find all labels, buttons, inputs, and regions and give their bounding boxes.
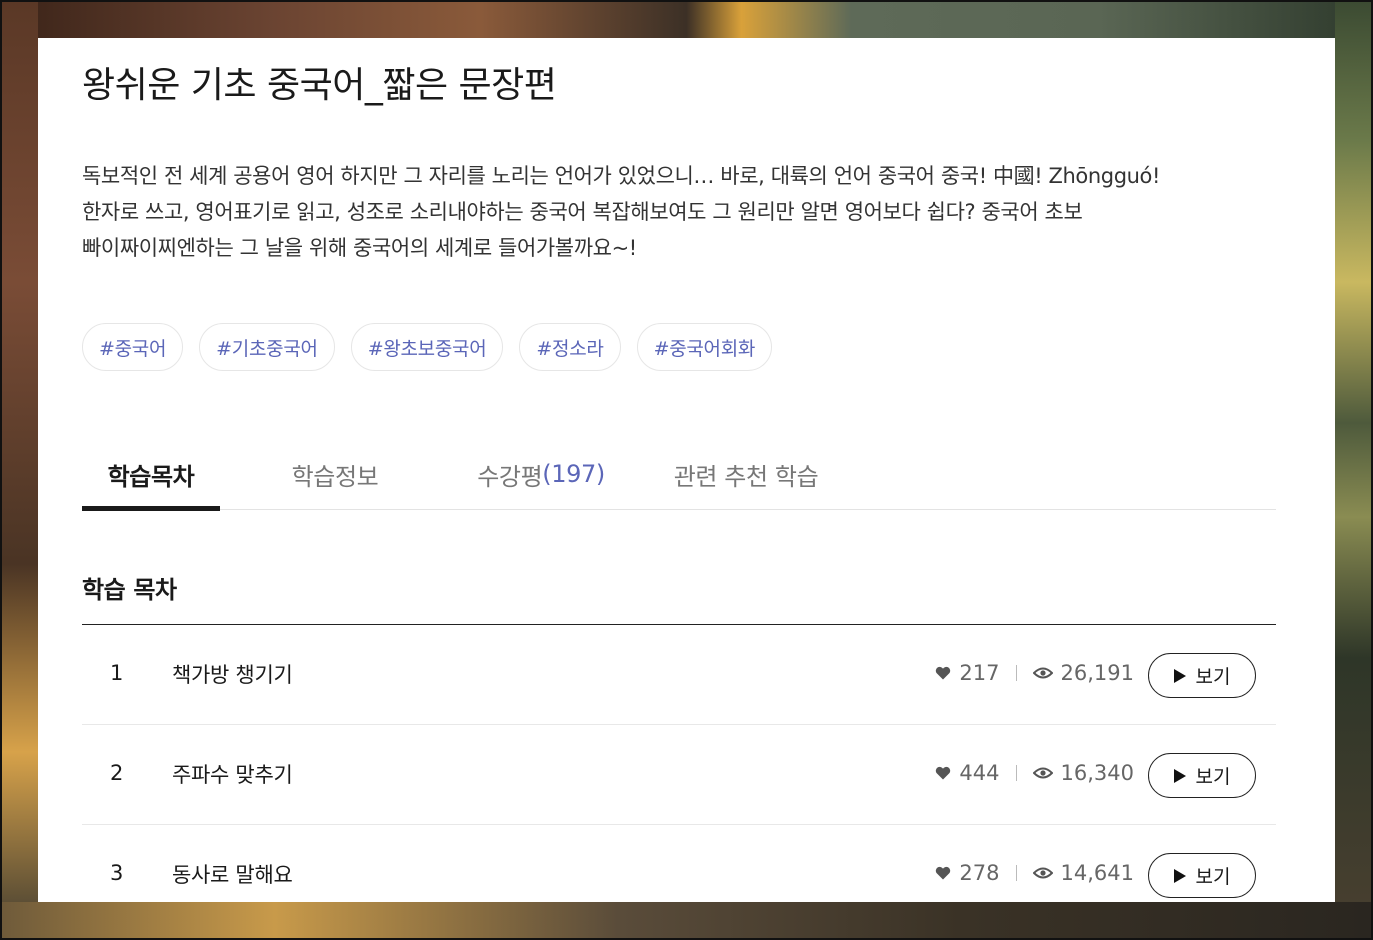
heart-icon: [936, 666, 951, 680]
play-icon: [1173, 668, 1186, 683]
play-icon: [1173, 868, 1186, 883]
background-right: [1335, 0, 1373, 940]
view-button[interactable]: 보기: [1148, 653, 1256, 698]
tab-reviews-label: 수강평: [477, 462, 543, 491]
like-count: 444: [959, 761, 1000, 785]
tag-list: #중국어 #기초중국어 #왕초보중국어 #정소라 #중국어회화: [82, 323, 773, 371]
eye-icon: [1032, 767, 1053, 779]
view-count: 16,340: [1060, 761, 1134, 785]
tag-instructor[interactable]: #정소라: [519, 323, 621, 371]
divider: [1015, 865, 1017, 881]
tab-info[interactable]: 학습정보: [280, 438, 390, 510]
description-line: 빠이짜이찌엔하는 그 날을 위해 중국어의 세계로 들어가볼까요~!: [82, 236, 637, 260]
item-stats: 278 14,641: [935, 861, 1134, 885]
background-left: [0, 0, 38, 940]
play-icon: [1173, 768, 1186, 783]
item-stats: 444 16,340: [935, 761, 1134, 785]
background-top: [0, 0, 1373, 40]
divider: [1015, 665, 1017, 681]
view-button[interactable]: 보기: [1148, 753, 1256, 798]
course-card: 왕쉬운 기초 중국어_짧은 문장편 독보적인 전 세계 공용어 영어 하지만 그…: [38, 38, 1335, 902]
like-count: 217: [959, 661, 1000, 685]
eye-icon: [1032, 867, 1053, 879]
view-button-label: 보기: [1195, 766, 1231, 788]
list-item: 2 주파수 맞추기 444 16,340 보기: [82, 725, 1276, 825]
tag-basic-chinese[interactable]: #기초중국어: [199, 323, 335, 371]
tab-bar: 학습목차 학습정보 수강평 (197) 관련 추천 학습: [82, 438, 1276, 511]
list-item: 1 책가방 챙기기 217 26,191 보기: [82, 625, 1276, 725]
description-line: 한자로 쓰고, 영어표기로 읽고, 성조로 소리내야하는 중국어 복잡해보여도 …: [82, 200, 1083, 224]
tab-toc[interactable]: 학습목차: [82, 438, 220, 511]
view-count: 14,641: [1060, 861, 1134, 885]
tag-chinese[interactable]: #중국어: [82, 323, 184, 371]
tag-beginner-chinese[interactable]: #왕초보중국어: [350, 323, 504, 371]
course-description: 독보적인 전 세계 공용어 영어 하지만 그 자리를 노리는 언어가 있었으니……: [82, 158, 1262, 266]
toc-list: 1 책가방 챙기기 217 26,191 보기 2 주파수 맞추기 444 16…: [82, 624, 1276, 902]
eye-icon: [1032, 667, 1053, 679]
tab-reviews[interactable]: 수강평 (197): [466, 438, 616, 510]
heart-icon: [936, 866, 951, 880]
tag-chinese-conversation[interactable]: #중국어회화: [636, 323, 773, 371]
course-title: 왕쉬운 기초 중국어_짧은 문장편: [82, 65, 557, 106]
divider: [1015, 765, 1017, 781]
item-number: 3: [110, 861, 124, 885]
heart-icon: [936, 766, 951, 780]
tab-reviews-count: (197): [542, 460, 605, 488]
like-count: 278: [959, 861, 1000, 885]
view-count: 26,191: [1060, 661, 1134, 685]
item-stats: 217 26,191: [935, 661, 1134, 685]
view-button-label: 보기: [1195, 866, 1231, 888]
item-name[interactable]: 동사로 말해요: [172, 859, 293, 889]
item-name[interactable]: 책가방 챙기기: [172, 659, 293, 689]
view-button-label: 보기: [1195, 666, 1231, 688]
item-number: 2: [110, 761, 124, 785]
item-name[interactable]: 주파수 맞추기: [172, 759, 293, 789]
background-bottom: [0, 902, 1373, 940]
toc-heading: 학습 목차: [82, 576, 177, 604]
view-button[interactable]: 보기: [1148, 853, 1256, 898]
tab-related[interactable]: 관련 추천 학습: [668, 438, 824, 510]
list-item: 3 동사로 말해요 278 14,641 보기: [82, 825, 1276, 902]
item-number: 1: [110, 661, 124, 685]
description-line: 독보적인 전 세계 공용어 영어 하지만 그 자리를 노리는 언어가 있었으니……: [82, 164, 1160, 188]
